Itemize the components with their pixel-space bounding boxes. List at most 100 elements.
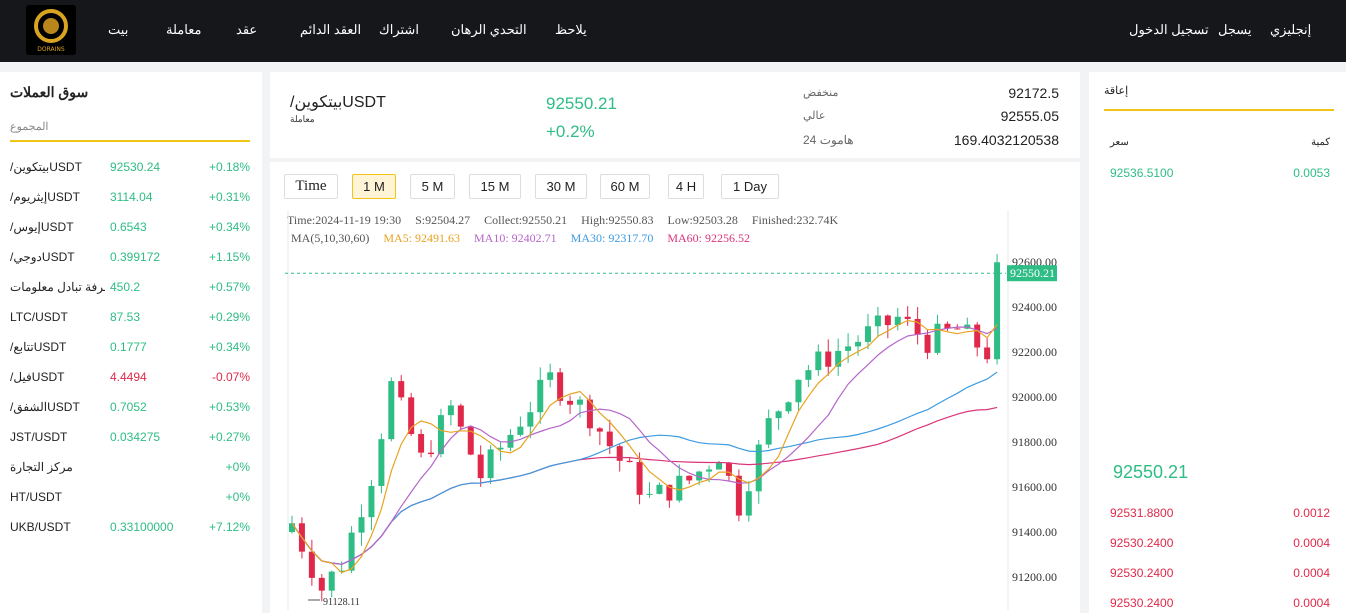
market-row[interactable]: /إيثريومUSDT 3114.04 +0.31% bbox=[10, 190, 250, 220]
candle-body bbox=[328, 571, 335, 591]
market-price: 3114.04 bbox=[110, 190, 153, 204]
market-price: 0.6543 bbox=[110, 220, 147, 234]
nav-home[interactable]: بيت bbox=[108, 22, 128, 38]
candle-body bbox=[864, 326, 871, 342]
market-row[interactable]: /فيلUSDT 4.4494 -0.07% bbox=[10, 370, 250, 400]
market-change: +0.34% bbox=[208, 220, 250, 234]
ma30-line bbox=[291, 371, 998, 565]
candle-body bbox=[378, 439, 385, 486]
market-pair: HT/USDT bbox=[10, 490, 62, 504]
candle-body bbox=[368, 485, 375, 518]
market-pair: /بيتكوينUSDT bbox=[10, 160, 82, 174]
market-price: 87.53 bbox=[110, 310, 141, 324]
candle-body bbox=[904, 316, 911, 319]
chart-panel: Time 1 M 5 M 15 M 30 M 60 M 4 H 1 Day Ti… bbox=[270, 162, 1080, 613]
market-change: +0% bbox=[225, 460, 250, 474]
y-tick-label: 91600.00 bbox=[1012, 480, 1057, 494]
market-row[interactable]: /تتابعUSDT 0.1777 +0.34% bbox=[10, 340, 250, 370]
pair-title: /بيتكوينUSDT bbox=[290, 94, 386, 111]
y-tick-label: 91200.00 bbox=[1012, 570, 1057, 584]
market-price: 0.7052 bbox=[110, 400, 147, 414]
market-row[interactable]: JST/USDT 0.034275 +0.27% bbox=[10, 430, 250, 460]
orderbook-price-header: سعر bbox=[1110, 137, 1129, 148]
candle-body bbox=[626, 460, 633, 463]
candle-body bbox=[954, 328, 961, 330]
tab-all[interactable]: المجموع bbox=[10, 120, 48, 133]
candle-body bbox=[795, 379, 802, 403]
candle-body bbox=[845, 346, 852, 351]
min-price-label: 91128.11 bbox=[323, 597, 360, 608]
candle-body bbox=[616, 446, 623, 461]
sell-price: 92531.8800 bbox=[1110, 506, 1174, 520]
language-switch[interactable]: إنجليزي bbox=[1270, 22, 1311, 38]
market-change: +1.15% bbox=[208, 250, 250, 264]
market-pair: /فيلUSDT bbox=[10, 370, 65, 384]
candle-body bbox=[576, 399, 583, 405]
market-price: 0.034275 bbox=[110, 430, 161, 444]
market-pair: UKB/USDT bbox=[10, 520, 71, 534]
nav-subscribe[interactable]: اشتراك bbox=[379, 22, 419, 38]
candle-body bbox=[765, 418, 772, 445]
candle-body bbox=[596, 428, 603, 432]
market-change: +0.53% bbox=[208, 400, 250, 414]
sell-qty: 0.0004 bbox=[1293, 596, 1330, 610]
market-row[interactable]: /بيتكوينUSDT 92530.24 +0.18% bbox=[10, 160, 250, 190]
market-row[interactable]: LTC/USDT 87.53 +0.29% bbox=[10, 310, 250, 340]
sell-price: 92530.2400 bbox=[1110, 536, 1174, 550]
candle-body bbox=[547, 372, 554, 380]
candle-body bbox=[934, 323, 941, 353]
market-row[interactable]: UKB/USDT 0.33100000 +7.12% bbox=[10, 520, 250, 550]
market-pair: /إيوسUSDT bbox=[10, 220, 74, 234]
market-row[interactable]: مركز التجارة +0% bbox=[10, 460, 250, 490]
market-panel: سوق العملات المجموع /بيتكوينUSDT 92530.24… bbox=[0, 72, 262, 613]
market-price: 4.4494 bbox=[110, 370, 147, 384]
logo-text: DORAINS bbox=[37, 46, 65, 53]
candle-body bbox=[706, 469, 713, 472]
price-change: +0.2% bbox=[546, 122, 595, 141]
sell-price: 92530.2400 bbox=[1110, 566, 1174, 580]
register-link[interactable]: يسجل bbox=[1218, 22, 1251, 38]
nav-contract[interactable]: عقد bbox=[236, 22, 257, 38]
market-row[interactable]: /إيوسUSDT 0.6543 +0.34% bbox=[10, 220, 250, 250]
candle-body bbox=[487, 449, 494, 479]
nav-trade[interactable]: معاملة bbox=[166, 22, 201, 38]
nav-challenge[interactable]: التحدي الرهان bbox=[451, 22, 527, 38]
market-row[interactable]: غرفة تبادل معلومات 450.2 +0.57% bbox=[10, 280, 250, 310]
sell-qty: 0.0004 bbox=[1293, 536, 1330, 550]
candle-body bbox=[815, 351, 822, 371]
current-price-label: 92550.21 bbox=[1010, 266, 1055, 280]
orderbook-underline bbox=[1104, 109, 1334, 111]
market-pair: غرفة تبادل معلومات bbox=[10, 280, 105, 294]
market-pair: LTC/USDT bbox=[10, 310, 68, 324]
orderbook-panel: إعاقة سعر كمية 92536.5100 0.0053 92550.2… bbox=[1089, 72, 1346, 613]
market-change: +0% bbox=[225, 490, 250, 504]
logo[interactable]: DORAINS bbox=[26, 5, 76, 55]
y-tick-label: 92000.00 bbox=[1012, 390, 1057, 404]
y-tick-label: 92200.00 bbox=[1012, 345, 1057, 359]
candle-body bbox=[567, 400, 574, 405]
y-tick-label: 91400.00 bbox=[1012, 525, 1057, 539]
candle-body bbox=[477, 454, 484, 479]
nav-perpetual[interactable]: العقد الدائم bbox=[300, 22, 361, 38]
candle-body bbox=[924, 334, 931, 353]
candle-body bbox=[348, 532, 355, 571]
market-change: +0.34% bbox=[208, 340, 250, 354]
candle-body bbox=[428, 452, 435, 455]
orderbook-title: إعاقة bbox=[1104, 85, 1129, 97]
market-row[interactable]: HT/USDT +0% bbox=[10, 490, 250, 520]
candle-body bbox=[537, 379, 544, 413]
low-value: 92172.5 bbox=[1008, 85, 1059, 101]
candle-body bbox=[805, 370, 812, 380]
candle-body bbox=[884, 315, 891, 326]
market-row[interactable]: /الشفقUSDT 0.7052 +0.53% bbox=[10, 400, 250, 430]
nav-notice[interactable]: يلاحظ bbox=[555, 22, 587, 38]
candle-body bbox=[527, 412, 534, 427]
candle-body bbox=[745, 491, 752, 516]
candlestick-chart[interactable]: 92600.0092400.0092200.0092000.0091800.00… bbox=[270, 162, 1080, 613]
candle-body bbox=[855, 341, 862, 347]
login-link[interactable]: تسجيل الدخول bbox=[1129, 22, 1209, 38]
candle-body bbox=[656, 484, 663, 494]
candle-body bbox=[775, 411, 782, 419]
market-row[interactable]: /دوجيUSDT 0.399172 +1.15% bbox=[10, 250, 250, 280]
volume-value: 169.4032120538 bbox=[953, 132, 1059, 148]
